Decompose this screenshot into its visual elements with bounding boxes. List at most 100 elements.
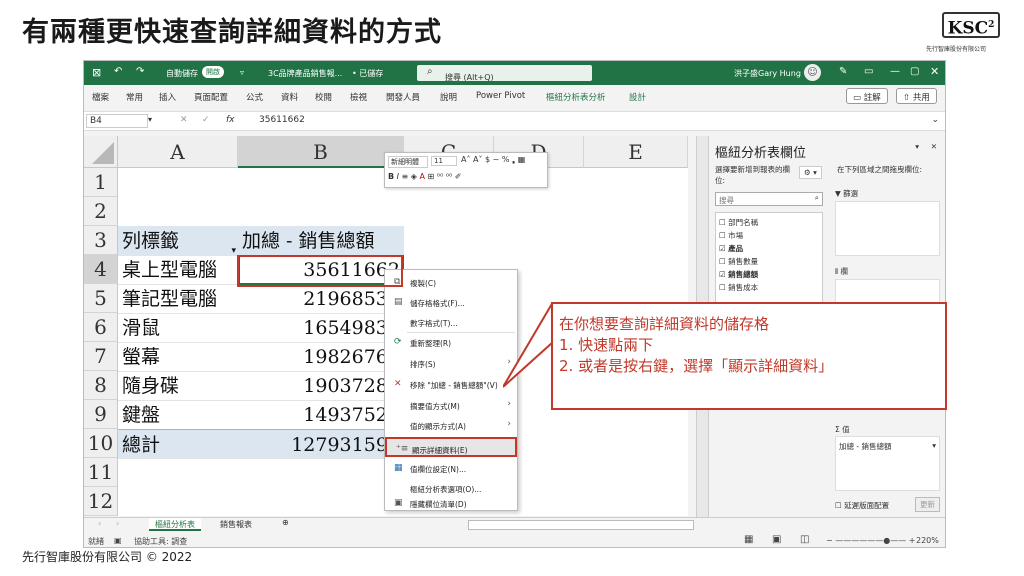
zoom-slider[interactable]: − ——————●—— + — [826, 536, 915, 545]
tab-insert[interactable]: 插入 — [159, 91, 176, 103]
menu-item-value-field-settings[interactable]: ▦ 值欄位設定(N)... — [385, 458, 517, 478]
restore-icon[interactable]: ▢ — [910, 66, 919, 77]
undo-icon[interactable]: ↶ — [114, 66, 122, 77]
formula-input[interactable]: 35611662 — [259, 115, 305, 125]
menu-item-hide-field-list[interactable]: ▣ 隱藏欄位清單(D) — [385, 496, 517, 512]
table-row-label[interactable]: 筆記型電腦 — [118, 284, 238, 314]
table-row-value[interactable]: 14937521 — [238, 400, 404, 430]
menu-item-pivot-options[interactable]: 樞紐分析表選項(O)... — [385, 478, 517, 498]
table-row-label[interactable]: 滑鼠 — [118, 313, 238, 343]
tab-file[interactable]: 檔案 — [92, 91, 109, 103]
ribbon-display-icon[interactable]: ▭ — [864, 66, 873, 77]
menu-item-show-values-as[interactable]: 值的顯示方式(A) › — [385, 415, 517, 435]
quick-access-dropdown-icon[interactable]: ▿ — [240, 68, 244, 77]
row-header[interactable]: 4 — [84, 255, 118, 284]
sheet-tab-sales[interactable]: 銷售報表 — [214, 519, 258, 530]
font-name-select[interactable]: 新細明體 — [388, 156, 428, 168]
page-break-view-icon[interactable]: ◫ — [800, 534, 809, 545]
menu-item-refresh[interactable]: ⟳ 重新整理(R) — [385, 332, 517, 352]
tab-pivot-analyze[interactable]: 樞紐分析表分析 — [546, 91, 606, 103]
font-size-select[interactable]: 11 — [431, 156, 457, 166]
accessibility-status[interactable]: 協助工具: 調查 — [134, 536, 187, 547]
row-header[interactable]: 2 — [84, 197, 118, 226]
column-header-e[interactable]: E — [584, 136, 688, 168]
function-icon[interactable]: fx — [226, 115, 235, 125]
table-row-value[interactable]: 16549837 — [238, 313, 404, 343]
menu-item-copy[interactable]: ⧉ 複製(C) — [385, 272, 517, 292]
user-name[interactable]: 洪子盛Gary Hung — [734, 68, 801, 79]
gear-icon[interactable]: ⚙ ▾ — [799, 166, 822, 179]
update-button[interactable]: 更新 — [915, 497, 940, 512]
filter-dropdown-icon[interactable]: ▾ — [231, 236, 236, 255]
minimize-icon[interactable]: — — [890, 66, 900, 77]
close-icon[interactable]: ✕ — [930, 65, 939, 78]
next-sheet-icon[interactable]: › — [116, 519, 119, 528]
autosave-toggle[interactable]: 開啟 — [202, 66, 224, 78]
macro-record-icon[interactable]: ▣ — [114, 536, 122, 545]
save-status[interactable]: • 已儲存 — [352, 68, 383, 79]
row-header[interactable]: 3 — [84, 226, 118, 255]
normal-view-icon[interactable]: ▦ — [744, 534, 753, 545]
row-header[interactable]: 8 — [84, 371, 118, 400]
field-checkbox[interactable]: ☐ 銷售成本 — [719, 282, 758, 293]
field-checkbox[interactable]: ☐ 部門名稱 — [719, 217, 758, 228]
table-row-value[interactable]: 19826760 — [238, 342, 404, 372]
page-layout-view-icon[interactable]: ▣ — [772, 534, 781, 545]
comment-button[interactable]: ▭ 註解 — [846, 88, 888, 104]
tab-page-layout[interactable]: 頁面配置 — [194, 91, 228, 103]
sheet-tab-pivot[interactable]: 樞紐分析表 — [149, 518, 201, 531]
share-button[interactable]: ⇧ 共用 — [896, 88, 937, 104]
search-input[interactable]: ⌕ 搜尋 (Alt+Q) — [417, 65, 592, 82]
formatting-icons[interactable]: B I ≡ ◈ A ⊞ ⁰⁰ ⁰⁰ ✐ — [388, 172, 461, 181]
tab-view[interactable]: 檢視 — [350, 91, 367, 103]
tab-design[interactable]: 設計 — [629, 91, 646, 103]
namebox-dropdown-icon[interactable]: ▾ — [148, 115, 152, 124]
table-row-value[interactable]: 21968531 — [238, 284, 404, 314]
column-header-b[interactable]: B — [238, 136, 404, 168]
row-header[interactable]: 1 — [84, 168, 118, 197]
tab-home[interactable]: 常用 — [126, 91, 143, 103]
field-search-input[interactable]: 搜尋 ⌕ — [715, 192, 823, 206]
cancel-icon[interactable]: ✕ — [180, 115, 188, 125]
avatar[interactable]: ☺ — [804, 64, 821, 81]
tab-formulas[interactable]: 公式 — [246, 91, 263, 103]
tab-help[interactable]: 說明 — [440, 91, 457, 103]
prev-sheet-icon[interactable]: ‹ — [98, 519, 101, 528]
tab-developer[interactable]: 開發人員 — [386, 91, 420, 103]
row-header[interactable]: 7 — [84, 342, 118, 371]
pivot-values-header[interactable]: 加總 - 銷售總額 — [238, 226, 404, 256]
tab-review[interactable]: 校閱 — [315, 91, 332, 103]
name-box[interactable]: B4 — [86, 114, 148, 128]
horizontal-scrollbar[interactable] — [468, 520, 694, 530]
column-header-a[interactable]: A — [118, 136, 238, 168]
field-checkbox[interactable]: ☑ 銷售總額 — [719, 269, 758, 280]
zoom-level[interactable]: 220% — [916, 536, 939, 545]
menu-item-number-format[interactable]: 數字格式(T)... — [385, 312, 517, 332]
enter-icon[interactable]: ✓ — [202, 115, 210, 125]
table-row-label[interactable]: 鍵盤 — [118, 400, 238, 430]
values-item[interactable]: 加總 - 銷售總額 ▾ — [839, 441, 936, 453]
add-sheet-icon[interactable]: ⊕ — [282, 518, 289, 527]
filters-area[interactable] — [835, 201, 940, 256]
values-area[interactable]: 加總 - 銷售總額 ▾ — [835, 436, 940, 491]
row-header[interactable]: 6 — [84, 313, 118, 342]
pane-options-icon[interactable]: ▾ — [915, 142, 919, 151]
font-size-grow-icon[interactable]: A˄ A˅ $ ~ % ❟ ▦ — [461, 155, 525, 165]
pen-icon[interactable]: ✎ — [839, 66, 847, 77]
pivot-row-labels-header[interactable]: 列標籤 ▾ — [118, 226, 238, 256]
file-name[interactable]: 3C品牌產品銷售報... — [268, 68, 342, 79]
field-checkbox[interactable]: ☐ 銷售數量 — [719, 256, 758, 267]
menu-item-summarize-by[interactable]: 摘要值方式(M) › — [385, 395, 517, 415]
table-row-label[interactable]: 隨身碟 — [118, 371, 238, 401]
table-row-label[interactable]: 桌上型電腦 — [118, 255, 238, 285]
grand-total-label[interactable]: 總計 — [118, 429, 238, 459]
defer-layout-checkbox[interactable]: ☐ 延遲版面配置 — [835, 500, 889, 511]
select-all-corner[interactable] — [84, 136, 118, 168]
menu-item-show-details[interactable]: ⁺≡ 顯示詳細資料(E) — [385, 437, 517, 457]
row-header[interactable]: 9 — [84, 400, 118, 429]
redo-icon[interactable]: ↷ — [136, 66, 144, 77]
menu-item-sort[interactable]: 排序(S) › — [385, 353, 517, 373]
tab-data[interactable]: 資料 — [281, 91, 298, 103]
row-header[interactable]: 5 — [84, 284, 118, 313]
table-row-value[interactable]: 19037281 — [238, 371, 404, 401]
